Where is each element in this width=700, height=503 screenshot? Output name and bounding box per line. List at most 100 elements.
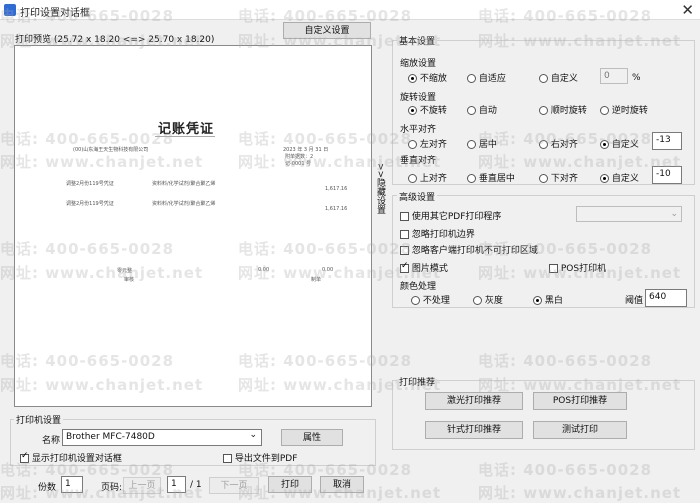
image-mode-checkbox[interactable]: 图片模式: [400, 261, 448, 274]
option-label: 垂直居中: [478, 174, 515, 184]
window-title: 打印设置对话框: [20, 8, 90, 19]
option-label: 逆时旋转: [611, 106, 648, 116]
option-label: 右对齐: [550, 140, 578, 150]
valign-middle-radio[interactable]: 垂直居中: [467, 171, 515, 184]
doc-title-underline: [155, 136, 215, 137]
radio-indicator: [408, 140, 417, 149]
pos-printer-checkbox[interactable]: POS打印机: [549, 261, 606, 274]
valign-top-radio[interactable]: 上对齐: [408, 171, 447, 184]
print-button[interactable]: 打印: [268, 476, 312, 493]
print-recommend-group: [392, 380, 695, 450]
doc-footer-amount: 0.00: [258, 267, 270, 273]
option-label: 自适应: [478, 74, 506, 84]
option-label: 导出文件到PDF: [234, 454, 298, 464]
valign-label: 垂直对齐: [400, 156, 437, 166]
printer-settings-title: 打印机设置: [14, 413, 64, 426]
option-label: 上对齐: [419, 174, 447, 184]
doc-row2-amount: 1,617.16: [325, 206, 348, 212]
copies-label: 份数: [38, 483, 57, 493]
print-recommend-title: 打印推荐: [397, 375, 438, 388]
pdf-program-select[interactable]: ⌄: [576, 206, 682, 222]
scale-custom-radio[interactable]: 自定义: [539, 71, 578, 84]
halign-value-input[interactable]: -13: [652, 132, 682, 150]
halign-custom-radio[interactable]: 自定义: [600, 137, 639, 150]
color-bw-radio[interactable]: 黑白: [533, 293, 563, 306]
doc-row1-amount: 1,617.16: [325, 186, 348, 192]
title-bar: 打印设置对话框 ✕: [0, 0, 700, 20]
doc-voucher-no: 记-0001 号: [285, 161, 312, 167]
option-label: 下对齐: [550, 174, 578, 184]
prev-page-button[interactable]: 上一页: [123, 477, 161, 494]
valign-bottom-radio[interactable]: 下对齐: [539, 171, 578, 184]
option-label: 显示打印机设置对话框: [31, 454, 122, 464]
cancel-button[interactable]: 取消: [320, 476, 364, 493]
valign-custom-radio[interactable]: 自定义: [600, 171, 639, 184]
doc-attach: 附单据数：2: [285, 154, 314, 160]
scale-unit: %: [632, 73, 641, 83]
laser-recommend-button[interactable]: 激光打印推荐: [425, 392, 523, 410]
show-dialog-checkbox[interactable]: 显示打印机设置对话框: [20, 451, 122, 464]
rotate-ccw-radio[interactable]: 逆时旋转: [600, 103, 648, 116]
scale-fit-radio[interactable]: 自适应: [467, 71, 506, 84]
radio-indicator: [408, 106, 417, 115]
halign-center-radio[interactable]: 居中: [467, 137, 497, 150]
watermark-phone: 电话: 400-665-0028: [478, 461, 653, 479]
checkbox-indicator: [20, 451, 29, 463]
doc-footer-total: 0.00: [322, 267, 334, 273]
rotate-auto-radio[interactable]: 自动: [467, 103, 497, 116]
rotate-label: 旋转设置: [400, 93, 437, 103]
copies-input[interactable]: 1: [61, 476, 83, 493]
doc-company: (00)山东海王天生物科技有限公司: [73, 147, 149, 153]
checkbox-indicator: [400, 246, 409, 255]
close-icon[interactable]: ✕: [681, 1, 694, 19]
export-pdf-checkbox[interactable]: 导出文件到PDF: [223, 451, 297, 464]
hide-settings-toggle[interactable]: >>隐藏设置: [373, 163, 387, 214]
radio-indicator: [467, 174, 476, 183]
printer-name-value: Brother MFC-7480D: [66, 432, 155, 442]
radio-indicator: [467, 74, 476, 83]
pos-recommend-button[interactable]: POS打印推荐: [533, 392, 627, 410]
doc-row2-summary: 调整2月份119号凭证: [66, 201, 114, 207]
valign-value-input[interactable]: -10: [652, 166, 682, 184]
watermark-site: 网址: www.chanjet.net: [478, 484, 682, 502]
advanced-settings-title: 高级设置: [397, 190, 438, 203]
doc-sign-reviewer: 审核: [124, 277, 135, 283]
radio-indicator: [539, 106, 548, 115]
doc-sign-maker: 制单: [311, 277, 322, 283]
next-page-button[interactable]: 下一页: [209, 477, 259, 494]
dot-matrix-recommend-button[interactable]: 针式打印推荐: [425, 421, 523, 439]
radio-indicator: [539, 74, 548, 83]
checkbox-indicator: [400, 230, 409, 239]
radio-indicator: [408, 74, 417, 83]
app-icon: [4, 4, 16, 16]
ignore-margin-checkbox[interactable]: 忽略打印机边界: [400, 227, 475, 240]
ignore-unprintable-checkbox[interactable]: 忽略客户端打印机不可打印区域: [400, 243, 538, 256]
color-label: 颜色处理: [400, 282, 437, 292]
doc-row1-account: 资料料/化学试剂/聚合聚乙烯: [152, 181, 216, 187]
option-label: 自动: [478, 106, 497, 116]
scale-none-radio[interactable]: 不缩放: [408, 71, 447, 84]
option-label: 自定义: [611, 174, 639, 184]
threshold-input[interactable]: 640: [645, 289, 687, 307]
printer-name-label: 名称: [42, 436, 61, 446]
page-total: / 1: [190, 480, 202, 490]
option-label: 左对齐: [419, 140, 447, 150]
halign-left-radio[interactable]: 左对齐: [408, 137, 447, 150]
radio-indicator: [539, 174, 548, 183]
use-pdf-checkbox[interactable]: 使用其它PDF打印程序: [400, 209, 501, 222]
printer-name-select[interactable]: Brother MFC-7480D ⌄: [62, 429, 262, 446]
printer-properties-button[interactable]: 属性: [281, 429, 343, 446]
scale-value-input[interactable]: 0: [600, 68, 628, 84]
test-print-button[interactable]: 测试打印: [533, 421, 627, 439]
option-label: 忽略打印机边界: [411, 230, 475, 240]
option-label: 黑白: [544, 296, 563, 306]
color-none-radio[interactable]: 不处理: [411, 293, 450, 306]
scale-label: 缩放设置: [400, 59, 437, 69]
rotate-none-radio[interactable]: 不旋转: [408, 103, 447, 116]
checkbox-indicator: [549, 264, 558, 273]
rotate-cw-radio[interactable]: 顺时旋转: [539, 103, 587, 116]
page-input[interactable]: 1: [167, 476, 186, 493]
custom-settings-button[interactable]: 自定义设置: [283, 22, 371, 39]
halign-right-radio[interactable]: 右对齐: [539, 137, 578, 150]
color-gray-radio[interactable]: 灰度: [473, 293, 503, 306]
